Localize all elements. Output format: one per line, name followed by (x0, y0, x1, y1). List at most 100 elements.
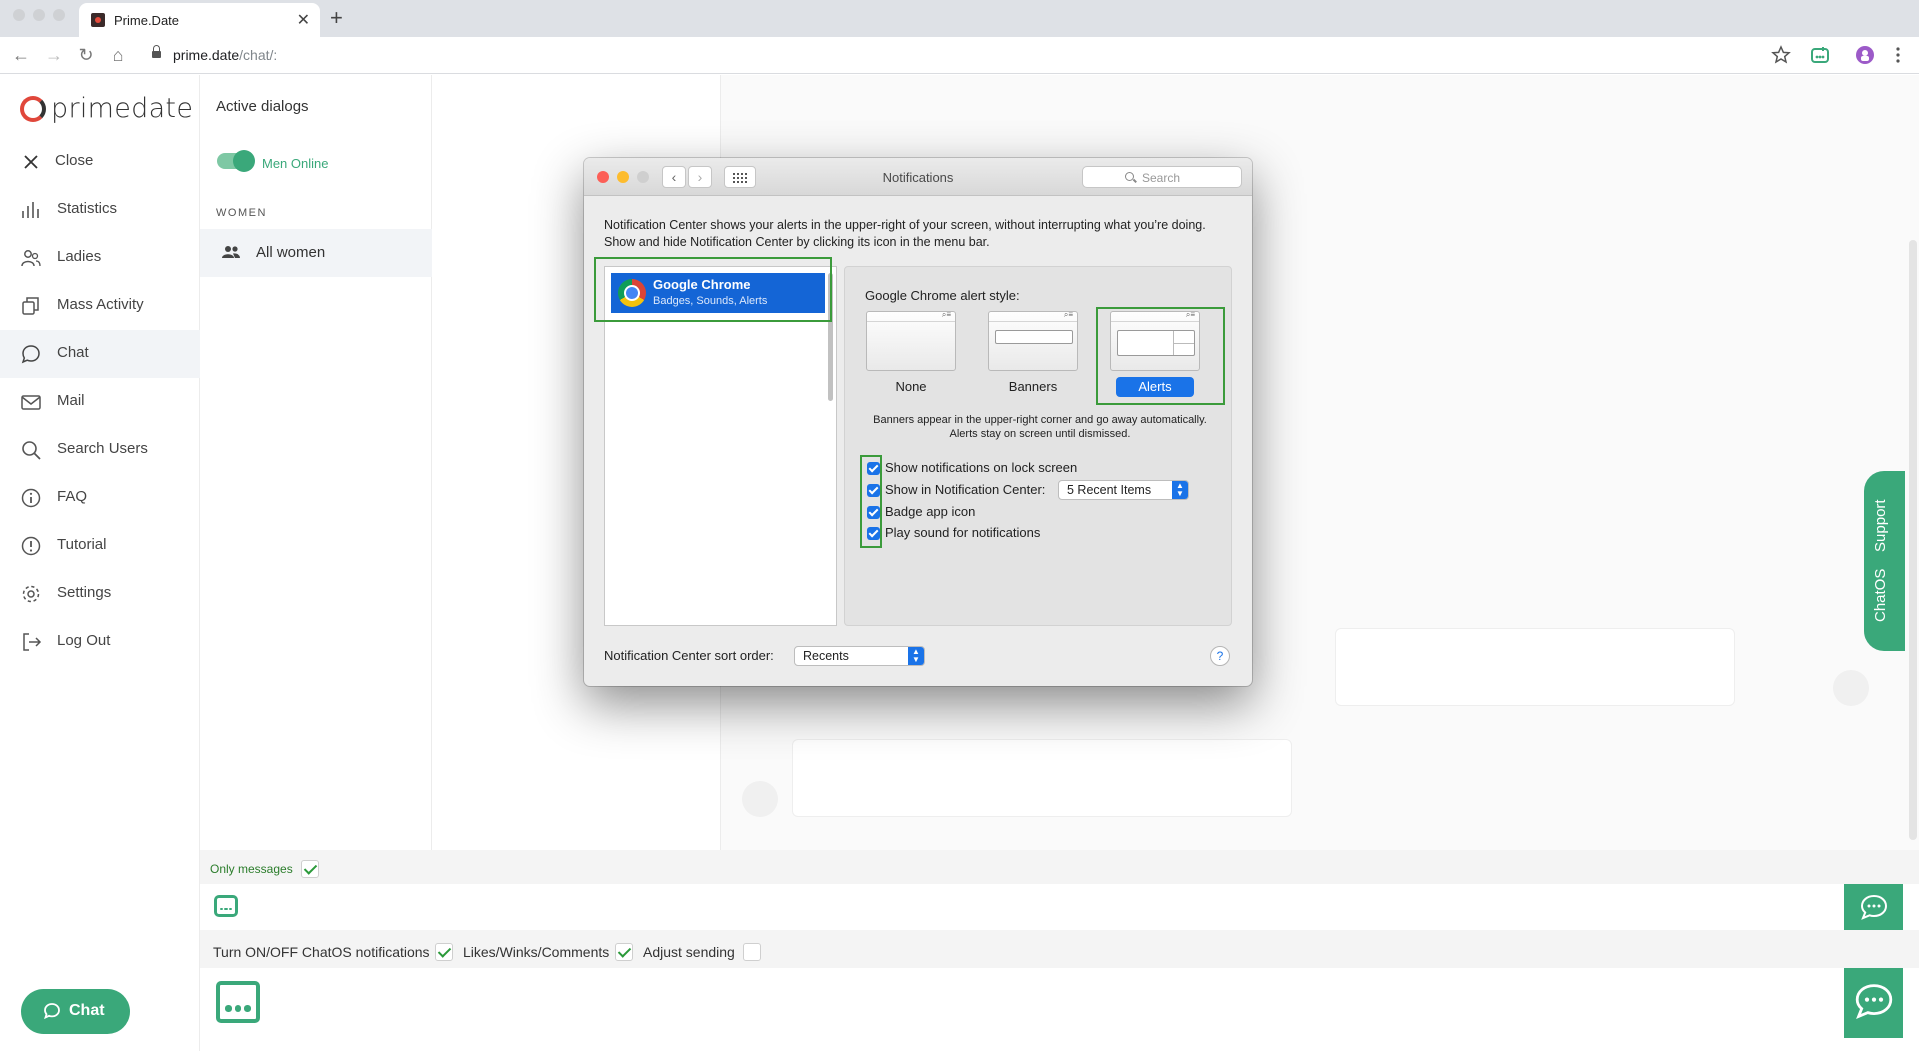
dot (219, 907, 223, 911)
sidebar-item-close[interactable]: Close (0, 138, 200, 186)
sidebar-item-label: Mass Activity (57, 296, 144, 313)
copy-icon (22, 297, 39, 315)
app-row-google-chrome[interactable]: Google Chrome Badges, Sounds, Alerts (611, 273, 825, 313)
message-input-row-large[interactable] (200, 968, 1919, 1051)
browser-menu-icon[interactable] (1888, 45, 1908, 65)
sidebar-item-mail[interactable]: Mail (0, 378, 200, 426)
mac-search-field[interactable]: Search (1082, 166, 1242, 188)
address-bar[interactable]: prime.date/chat/: (173, 47, 277, 63)
chat-open-button-large[interactable] (1844, 968, 1903, 1038)
message-input-row[interactable] (200, 884, 1919, 930)
sidebar-item-label: Search Users (57, 440, 148, 457)
app-name: Google Chrome (653, 277, 751, 292)
user-avatar (742, 781, 778, 817)
app-subtitle: Badges, Sounds, Alerts (653, 295, 768, 307)
lock-screen-checkbox[interactable] (867, 462, 880, 475)
reload-icon[interactable]: ↻ (75, 44, 97, 66)
home-icon[interactable]: ⌂ (107, 44, 129, 66)
chatos-extension-icon[interactable] (1810, 45, 1830, 65)
style-thumb-alerts (1110, 310, 1200, 371)
app-settings-pane: Google Chrome alert style: None Banners … (844, 266, 1232, 626)
mail-icon (21, 395, 41, 410)
chat-button-label: Chat (69, 1002, 105, 1019)
sidebar-item-mass-activity[interactable]: Mass Activity (0, 282, 200, 330)
url-path: /chat/: (239, 47, 278, 63)
dot (225, 1005, 232, 1012)
new-tab-icon[interactable]: + (330, 5, 343, 31)
message-bubble (792, 739, 1292, 817)
speech-bubble-icon (1855, 984, 1893, 1019)
sidebar-item-faq[interactable]: FAQ (0, 474, 200, 522)
sort-order-select[interactable]: Recents ▲ ▼ (794, 646, 925, 666)
profile-avatar-icon[interactable] (1855, 45, 1875, 65)
chatos-large-icon[interactable] (216, 981, 260, 1023)
app-list: Google Chrome Badges, Sounds, Alerts (604, 266, 837, 626)
sidebar-item-search-users[interactable]: Search Users (0, 426, 200, 474)
close-icon (24, 155, 38, 169)
support-label: ChatOS (1872, 568, 1889, 623)
help-button[interactable]: ? (1210, 646, 1230, 666)
sidebar-item-label: Tutorial (57, 536, 107, 553)
forward-icon[interactable]: → (43, 44, 65, 66)
window-minimize-light[interactable] (33, 9, 45, 21)
window-close-light[interactable] (13, 9, 25, 21)
browser-toolbar: ← → ↻ ⌂ prime.date/chat/: (0, 37, 1919, 74)
sidebar-item-ladies[interactable]: Ladies (0, 234, 200, 282)
chat-bubble-icon (21, 345, 40, 364)
all-women-item[interactable]: All women (200, 229, 432, 277)
select-arrows-icon: ▲ ▼ (908, 647, 924, 665)
chatos-icon[interactable] (214, 895, 238, 917)
badge-app-icon-checkbox[interactable] (867, 506, 880, 519)
tab-title: Prime.Date (114, 13, 180, 28)
window-titlebar: ‹ › Notifications Search (584, 158, 1252, 196)
sidebar-item-statistics[interactable]: Statistics (0, 186, 200, 234)
style-label: None (895, 379, 927, 394)
sidebar-item-log-out[interactable]: Log Out (0, 618, 200, 666)
browser-tab[interactable]: Prime.Date ✕ (79, 3, 320, 37)
men-online-toggle[interactable] (217, 150, 255, 172)
chatos-notifications-checkbox[interactable] (435, 943, 453, 961)
section-label-women: WOMEN (216, 207, 267, 219)
tab-close-icon[interactable]: ✕ (297, 10, 310, 30)
chat-scrollbar-thumb[interactable] (1909, 240, 1917, 840)
sidebar-item-settings[interactable]: Settings (0, 570, 200, 618)
message-bubble (1335, 628, 1735, 706)
sidebar-item-tutorial[interactable]: Tutorial (0, 522, 200, 570)
play-sound-checkbox[interactable] (867, 527, 880, 540)
chat-open-button[interactable] (1844, 884, 1903, 930)
help-circle-icon (21, 536, 41, 556)
style-thumb-banners (988, 310, 1078, 371)
notifications-window: ‹ › Notifications Search Notification Ce… (584, 158, 1252, 686)
window-zoom-light[interactable] (53, 9, 65, 21)
style-thumb-none (866, 310, 956, 371)
likes-checkbox[interactable] (615, 943, 633, 961)
adjust-sending-checkbox[interactable] (743, 943, 761, 961)
dialogs-panel: Active dialogs Men Online WOMEN All wome… (200, 75, 432, 850)
back-icon[interactable]: ← (10, 44, 32, 66)
notification-center-checkbox[interactable] (867, 484, 880, 497)
style-option-banners[interactable]: Banners (988, 310, 1078, 397)
turn-on-off-label: Turn ON/OFF ChatOS notifications (213, 944, 430, 960)
dot (229, 907, 233, 911)
notifications-description: Notification Center shows your alerts in… (604, 218, 1206, 249)
sidebar-item-label: FAQ (57, 488, 88, 505)
recent-items-value: 5 Recent Items (1067, 483, 1152, 497)
dialogs-title: Active dialogs (216, 98, 309, 115)
app-list-scrollbar[interactable] (828, 273, 833, 401)
style-option-none[interactable]: None (866, 310, 956, 397)
lock-icon[interactable] (152, 45, 161, 60)
sidebar-item-chat[interactable]: Chat (0, 330, 200, 378)
search-placeholder: Search (1142, 171, 1181, 185)
only-messages-checkbox[interactable] (301, 860, 319, 878)
chat-button[interactable]: Chat (21, 989, 130, 1034)
url-host: prime.date (173, 47, 240, 63)
support-chatos-tab[interactable]: ChatOS Support (1864, 471, 1905, 651)
style-option-alerts[interactable]: Alerts (1110, 310, 1200, 397)
alert-style-title: Google Chrome alert style: (865, 288, 1020, 303)
bar-chart-icon (22, 202, 39, 218)
sidebar-item-label: Settings (57, 584, 112, 601)
recent-items-select[interactable]: 5 Recent Items ▲ ▼ (1058, 480, 1189, 500)
bookmark-star-icon[interactable] (1771, 45, 1791, 65)
chrome-icon (618, 279, 646, 307)
chat-scrollbar[interactable] (1906, 75, 1919, 850)
